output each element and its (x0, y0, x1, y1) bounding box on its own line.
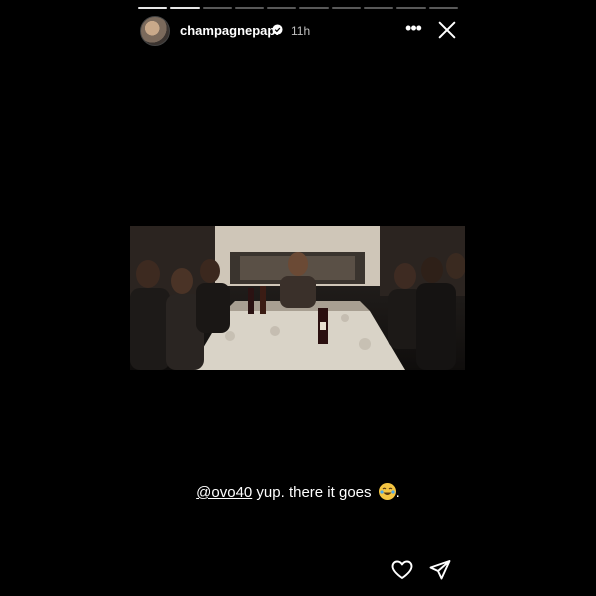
heart-icon[interactable] (390, 558, 414, 582)
verified-badge-icon (272, 24, 283, 35)
progress-segment (202, 7, 232, 9)
more-horizontal-icon[interactable]: ••• (402, 18, 424, 40)
progress-segment (396, 7, 426, 9)
timestamp: 11h (291, 24, 311, 38)
progress-segment (428, 7, 458, 9)
progress-segment (170, 7, 200, 9)
progress-segment (299, 7, 329, 9)
mention-link[interactable]: @ovo40 (196, 484, 252, 501)
tears-of-joy-emoji-icon (378, 483, 396, 500)
story-media-video[interactable] (130, 226, 465, 370)
story-caption: @ovo40 yup. there it goes . (0, 483, 596, 501)
profile-avatar[interactable] (140, 16, 170, 46)
progress-segment (364, 7, 394, 9)
dinner-scene-image (130, 226, 465, 370)
story-progress-bar (138, 7, 458, 9)
close-icon[interactable] (436, 18, 458, 42)
username[interactable]: champagnepapi (180, 23, 279, 38)
send-icon[interactable] (428, 558, 452, 582)
progress-segment (234, 7, 265, 9)
caption-text: yup. there it goes (252, 484, 376, 501)
progress-segment (267, 7, 297, 9)
progress-segment (138, 7, 168, 9)
story-actions (390, 558, 460, 582)
progress-segment (331, 7, 362, 9)
caption-trailing: . (395, 484, 400, 501)
story-header: champagnepapi 11h ••• (140, 16, 460, 46)
